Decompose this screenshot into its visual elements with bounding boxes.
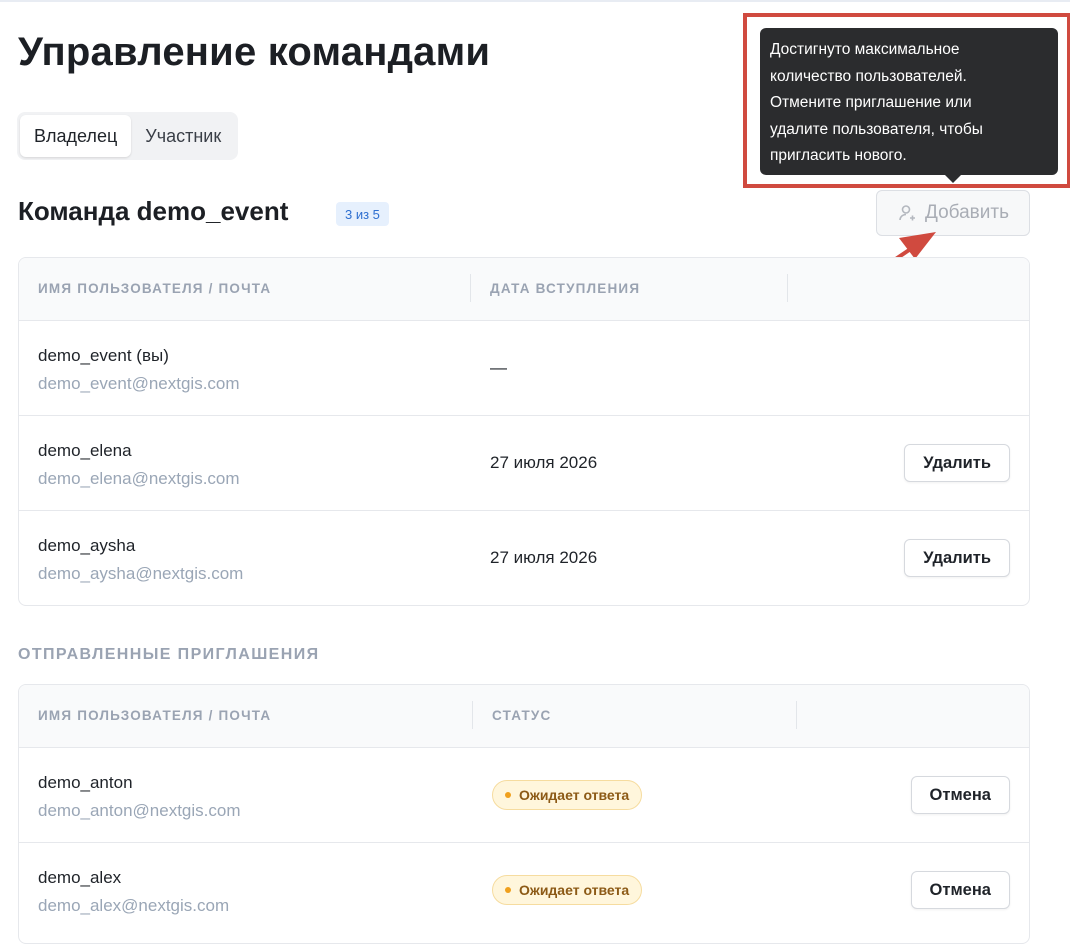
members-table: ИМЯ ПОЛЬЗОВАТЕЛЯ / ПОЧТА ДАТА ВСТУПЛЕНИЯ…	[18, 257, 1030, 606]
status-label: Ожидает ответа	[519, 882, 630, 898]
user-email: demo_aysha@nextgis.com	[38, 564, 244, 583]
table-row: demo_event (вы) demo_event@nextgis.com —	[19, 321, 1029, 416]
page-title: Управление командами	[18, 30, 491, 74]
column-header-status: СТАТУС	[492, 708, 552, 723]
status-badge: Ожидает ответа	[492, 875, 643, 905]
column-divider	[787, 274, 788, 302]
tab-owner[interactable]: Владелец	[20, 115, 132, 157]
user-add-icon	[899, 205, 915, 221]
annotation-highlight-box	[743, 13, 1070, 188]
status-dot-icon	[505, 792, 511, 798]
role-tabs: Владелец Участник	[17, 112, 239, 160]
join-date: 27 июля 2026	[490, 453, 598, 472]
column-header-user: ИМЯ ПОЛЬЗОВАТЕЛЯ / ПОЧТА	[38, 281, 272, 296]
top-divider	[0, 0, 1070, 2]
column-header-join-date: ДАТА ВСТУПЛЕНИЯ	[490, 281, 641, 296]
add-user-label: Добавить	[925, 202, 1009, 223]
table-row: demo_elena demo_elena@nextgis.com 27 июл…	[19, 416, 1029, 511]
delete-user-button[interactable]: Удалить	[904, 444, 1010, 482]
table-row: demo_aysha demo_aysha@nextgis.com 27 июл…	[19, 511, 1029, 605]
tab-member[interactable]: Участник	[131, 115, 235, 157]
delete-user-button[interactable]: Удалить	[904, 539, 1010, 577]
column-divider	[470, 274, 471, 302]
invites-table-header: ИМЯ ПОЛЬЗОВАТЕЛЯ / ПОЧТА СТАТУС	[19, 685, 1029, 748]
table-row: demo_alex demo_alex@nextgis.com Ожидает …	[19, 843, 1029, 937]
user-email: demo_event@nextgis.com	[38, 374, 240, 393]
column-divider	[796, 701, 797, 729]
join-date: —	[490, 358, 507, 377]
invites-section-label: ОТПРАВЛЕННЫЕ ПРИГЛАШЕНИЯ	[18, 646, 320, 663]
members-table-header: ИМЯ ПОЛЬЗОВАТЕЛЯ / ПОЧТА ДАТА ВСТУПЛЕНИЯ	[19, 258, 1029, 321]
user-name: demo_event (вы)	[38, 346, 169, 365]
cancel-invite-button[interactable]: Отмена	[910, 776, 1010, 814]
user-name: demo_anton	[38, 773, 133, 792]
user-name: demo_alex	[38, 868, 122, 887]
user-email: demo_alex@nextgis.com	[38, 896, 230, 915]
status-label: Ожидает ответа	[519, 787, 630, 803]
team-title: Команда demo_event	[18, 196, 289, 226]
team-count-badge: 3 из 5	[336, 202, 389, 226]
column-header-user: ИМЯ ПОЛЬЗОВАТЕЛЯ / ПОЧТА	[38, 708, 272, 723]
user-email: demo_anton@nextgis.com	[38, 801, 241, 820]
user-name: demo_aysha	[38, 536, 136, 555]
table-row: demo_anton demo_anton@nextgis.com Ожидае…	[19, 748, 1029, 843]
add-user-button[interactable]: Добавить	[876, 190, 1030, 236]
invites-table: ИМЯ ПОЛЬЗОВАТЕЛЯ / ПОЧТА СТАТУС demo_ant…	[18, 684, 1030, 944]
user-name: demo_elena	[38, 441, 132, 460]
join-date: 27 июля 2026	[490, 548, 598, 567]
column-divider	[472, 701, 473, 729]
status-dot-icon	[505, 887, 511, 893]
status-badge: Ожидает ответа	[492, 780, 643, 810]
cancel-invite-button[interactable]: Отмена	[910, 871, 1010, 909]
user-email: demo_elena@nextgis.com	[38, 469, 240, 488]
